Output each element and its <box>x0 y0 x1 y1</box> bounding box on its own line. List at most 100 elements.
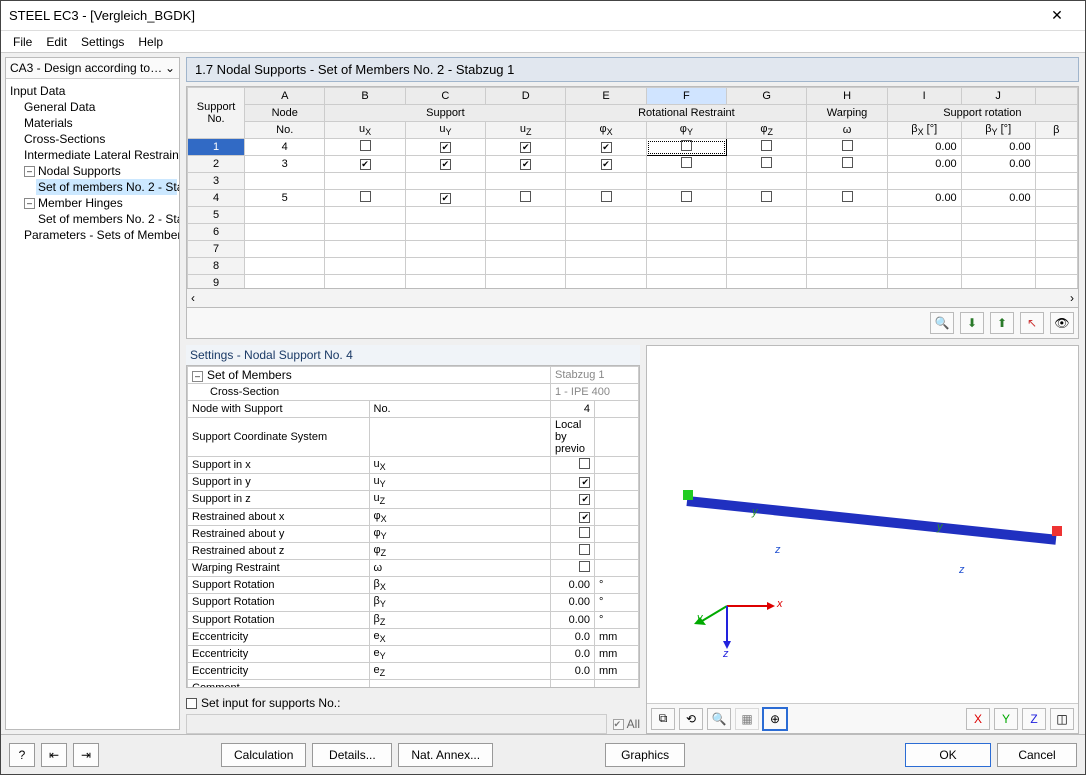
grid-cell[interactable] <box>566 207 646 224</box>
grid-cell[interactable] <box>325 224 405 241</box>
checkbox[interactable] <box>579 477 590 488</box>
grid-cell[interactable] <box>961 224 1035 241</box>
ok-button[interactable]: OK <box>905 743 991 767</box>
grid-cell[interactable]: 3 <box>245 156 325 173</box>
row-header[interactable]: 6 <box>188 224 245 241</box>
checkbox[interactable] <box>579 494 590 505</box>
grid-cell[interactable] <box>405 156 485 173</box>
excel-import-icon[interactable]: ⬆ <box>990 312 1014 334</box>
checkbox[interactable] <box>520 191 531 202</box>
grid-cell[interactable] <box>486 241 566 258</box>
checkbox[interactable] <box>579 458 590 469</box>
grid-cell[interactable] <box>566 224 646 241</box>
3d-viewer[interactable]: y z y z x y z <box>646 345 1079 734</box>
supports-grid[interactable]: Support No. A B C D E F G H I J <box>186 86 1079 289</box>
grid-cell[interactable]: 0.00 <box>887 156 961 173</box>
grid-cell[interactable] <box>405 173 485 190</box>
checkbox[interactable] <box>681 191 692 202</box>
view-nav-icon[interactable]: ⧉ <box>651 708 675 730</box>
tree-materials[interactable]: Materials <box>22 115 177 131</box>
grid-cell[interactable] <box>887 275 961 289</box>
checkbox[interactable] <box>761 157 772 168</box>
grid-cell[interactable] <box>807 207 887 224</box>
grid-cell[interactable] <box>807 173 887 190</box>
grid-cell[interactable] <box>325 156 405 173</box>
grid-cell[interactable] <box>405 258 485 275</box>
help-button[interactable]: ? <box>9 743 35 767</box>
grid-cell[interactable] <box>405 224 485 241</box>
grid-cell[interactable] <box>486 156 566 173</box>
checkbox[interactable] <box>842 140 853 151</box>
grid-cell[interactable] <box>325 241 405 258</box>
menu-help[interactable]: Help <box>138 35 163 49</box>
checkbox[interactable] <box>520 159 531 170</box>
tree-nodal-set[interactable]: Set of members No. 2 - Sta <box>36 179 177 195</box>
grid-cell[interactable] <box>405 275 485 289</box>
grid-cell[interactable] <box>245 258 325 275</box>
grid-cell[interactable] <box>1035 241 1077 258</box>
grid-cell[interactable] <box>486 207 566 224</box>
view-orbit-icon[interactable]: ⟲ <box>679 708 703 730</box>
grid-cell[interactable] <box>566 190 646 207</box>
eye-icon[interactable]: 👁 <box>1050 312 1074 334</box>
checkbox[interactable] <box>761 140 772 151</box>
nav-tree[interactable]: Input Data General Data Materials Cross-… <box>6 79 179 729</box>
row-header[interactable]: 8 <box>188 258 245 275</box>
grid-cell[interactable] <box>245 241 325 258</box>
grid-cell[interactable] <box>1035 156 1077 173</box>
grid-cell[interactable] <box>646 224 726 241</box>
collapse-icon[interactable]: – <box>24 198 35 209</box>
prev-button[interactable]: ⇤ <box>41 743 67 767</box>
checkbox[interactable] <box>360 159 371 170</box>
zoom-icon[interactable]: 🔍 <box>930 312 954 334</box>
pick-icon[interactable]: ↖ <box>1020 312 1044 334</box>
grid-cell[interactable] <box>405 139 485 156</box>
grid-cell[interactable] <box>727 224 807 241</box>
tree-hinges[interactable]: –Member Hinges <box>22 195 177 211</box>
collapse-icon[interactable]: – <box>192 371 203 382</box>
grid-cell[interactable] <box>807 224 887 241</box>
menu-edit[interactable]: Edit <box>46 35 67 49</box>
grid-cell[interactable] <box>727 258 807 275</box>
excel-export-icon[interactable]: ⬇ <box>960 312 984 334</box>
grid-cell[interactable] <box>646 241 726 258</box>
row-header[interactable]: 3 <box>188 173 245 190</box>
grid-cell[interactable] <box>727 275 807 289</box>
tree-params[interactable]: Parameters - Sets of Members <box>22 227 177 243</box>
checkbox[interactable] <box>579 544 590 555</box>
grid-cell[interactable] <box>961 207 1035 224</box>
row-header[interactable]: 1 <box>188 139 245 156</box>
grid-cell[interactable] <box>727 241 807 258</box>
grid-cell[interactable] <box>325 275 405 289</box>
checkbox[interactable] <box>601 191 612 202</box>
grid-cell[interactable] <box>245 207 325 224</box>
checkbox[interactable] <box>440 159 451 170</box>
grid-cell[interactable] <box>646 190 726 207</box>
checkbox[interactable] <box>440 142 451 153</box>
grid-cell[interactable] <box>1035 224 1077 241</box>
close-icon[interactable]: ✕ <box>1037 7 1077 24</box>
checkbox[interactable] <box>360 140 371 151</box>
grid-cell[interactable] <box>566 173 646 190</box>
grid-cell[interactable] <box>486 275 566 289</box>
grid-cell[interactable] <box>1035 190 1077 207</box>
collapse-icon[interactable]: – <box>24 166 35 177</box>
grid-cell[interactable] <box>1035 173 1077 190</box>
grid-cell[interactable] <box>961 173 1035 190</box>
grid-cell[interactable] <box>566 156 646 173</box>
checkbox[interactable] <box>360 191 371 202</box>
grid-cell[interactable] <box>1035 258 1077 275</box>
grid-cell[interactable] <box>961 275 1035 289</box>
grid-cell[interactable] <box>486 224 566 241</box>
grid-cell[interactable] <box>646 275 726 289</box>
grid-cell[interactable] <box>727 156 807 173</box>
tree-inputdata[interactable]: Input Data <box>8 83 177 99</box>
set-input-checkbox[interactable] <box>186 698 197 709</box>
grid-cell[interactable] <box>325 258 405 275</box>
tree-intlat[interactable]: Intermediate Lateral Restraints <box>22 147 177 163</box>
grid-cell[interactable] <box>405 241 485 258</box>
row-header[interactable]: 5 <box>188 207 245 224</box>
grid-cell[interactable] <box>646 173 726 190</box>
grid-cell[interactable] <box>807 190 887 207</box>
view-z-icon[interactable]: Z <box>1022 708 1046 730</box>
